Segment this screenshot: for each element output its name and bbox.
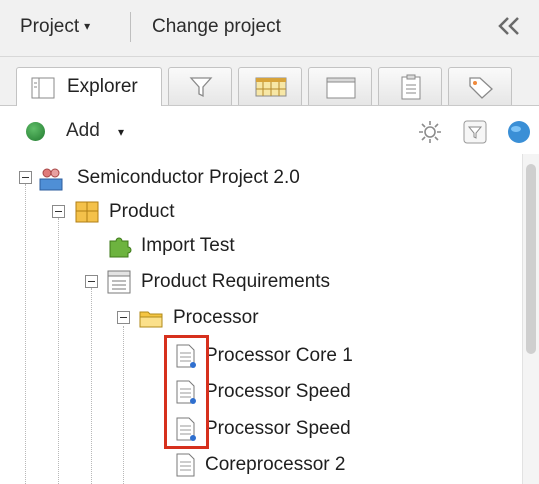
gear-icon[interactable]: [417, 119, 443, 145]
tree-item-label: Processor Speed: [205, 381, 351, 402]
globe-icon[interactable]: [506, 119, 532, 145]
requirements-list-icon: [107, 270, 131, 294]
grid-icon: [255, 77, 287, 97]
tree-item-label: Processor: [173, 307, 259, 328]
highlight-box: [164, 335, 209, 449]
folder-icon: [139, 311, 163, 328]
tab-explorer[interactable]: Explorer: [16, 67, 162, 106]
tree-item-processor-speed[interactable]: Processor Speed: [0, 376, 520, 410]
tree-item-label: Product: [109, 201, 175, 222]
explorer-icon: [31, 77, 55, 99]
tree-item-import-test[interactable]: Import Test: [0, 230, 520, 264]
filter-icon: [189, 77, 213, 98]
tab-window[interactable]: [308, 67, 372, 105]
filter-toggle-icon[interactable]: [463, 120, 487, 144]
tree-item-processor-core-1[interactable]: Processor Core 1: [0, 340, 520, 374]
tree-item-product[interactable]: Product: [0, 196, 520, 230]
toolbar-divider: [130, 12, 131, 42]
tab-grid[interactable]: [238, 67, 302, 105]
tree-scrollbar[interactable]: [522, 154, 539, 484]
clipboard-icon: [401, 74, 421, 100]
tag-icon: [469, 77, 493, 99]
tab-explorer-label: Explorer: [67, 76, 138, 97]
project-menu-label: Project: [20, 16, 80, 37]
tree-item-label: Product Requirements: [141, 271, 331, 292]
tab-tag[interactable]: [448, 67, 512, 105]
tree-item-processor-speed[interactable]: Processor Speed: [0, 413, 520, 447]
collapse-toggle-icon[interactable]: [85, 275, 98, 288]
tree-item-label: Processor Speed: [205, 418, 351, 439]
project-tree[interactable]: Semiconductor Project 2.0 Product Import…: [0, 154, 522, 484]
explorer-toolbar: Add ▾: [0, 106, 539, 154]
collapse-toggle-icon[interactable]: [117, 311, 130, 324]
tree-item-processor[interactable]: Processor: [0, 302, 520, 336]
tree-item-product-requirements[interactable]: Product Requirements: [0, 266, 520, 300]
tree-item-label: Coreprocessor 2: [205, 454, 346, 475]
project-menu-button[interactable]: Project ▾: [20, 16, 90, 38]
chevron-down-icon: ▾: [118, 125, 125, 139]
collapse-toggle-icon[interactable]: [52, 205, 65, 218]
top-bar: Project ▾ Change project: [0, 0, 539, 57]
scrollbar-thumb[interactable]: [526, 164, 536, 354]
tab-filter[interactable]: [168, 67, 232, 105]
chevron-down-icon: ▾: [84, 19, 91, 33]
tree-item-label: Semiconductor Project 2.0: [77, 167, 300, 188]
puzzle-icon: [109, 237, 132, 258]
product-icon: [75, 201, 99, 223]
change-project-button[interactable]: Change project: [152, 16, 281, 38]
collapse-toggle-icon[interactable]: [19, 171, 32, 184]
add-icon: [26, 122, 45, 141]
tab-clipboard[interactable]: [378, 67, 442, 105]
tree-item-coreprocessor-2[interactable]: Coreprocessor 2: [0, 449, 520, 483]
tree-item-label: Processor Core 1: [205, 345, 353, 366]
add-button-label: Add: [66, 120, 100, 141]
tab-bar: Explorer: [0, 57, 539, 106]
window-icon: [326, 77, 356, 99]
tree-item-semiconductor-project[interactable]: Semiconductor Project 2.0: [0, 162, 520, 196]
document-icon: [176, 453, 195, 477]
tree-item-label: Import Test: [141, 235, 235, 256]
collapse-panel-icon[interactable]: [496, 13, 522, 44]
project-icon: [39, 168, 63, 191]
